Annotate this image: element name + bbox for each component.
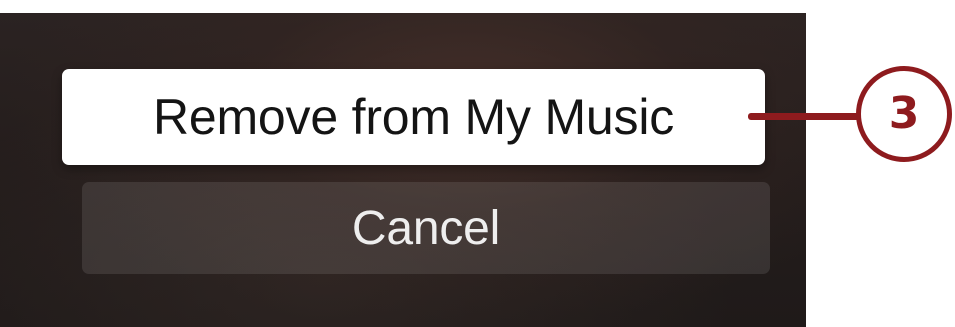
action-sheet-screen: Remove from My Music Cancel (0, 13, 806, 327)
callout-leader-line (748, 113, 866, 120)
page: Remove from My Music Cancel 3 (0, 0, 955, 327)
cancel-button[interactable]: Cancel (82, 182, 770, 274)
cancel-label: Cancel (351, 201, 501, 255)
remove-from-my-music-button[interactable]: Remove from My Music (62, 69, 765, 165)
callout-step-number: 3 (888, 88, 920, 139)
callout-step-badge: 3 (856, 66, 952, 162)
remove-from-my-music-label: Remove from My Music (152, 89, 675, 145)
